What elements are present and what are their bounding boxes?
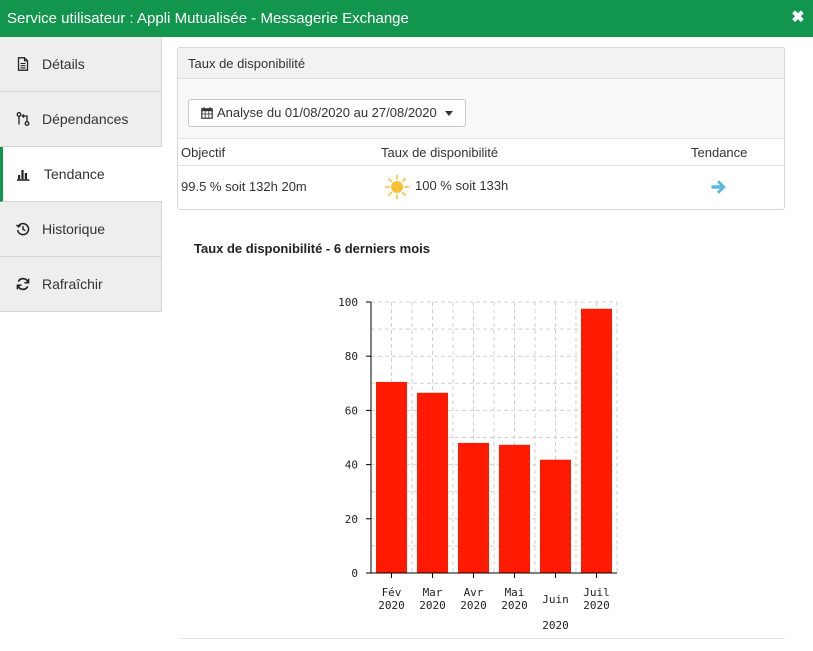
table-row: 99.5 % soit 132h 20m 100 % soit 133h [178,166,784,208]
x-tick-label: Avr 2020 [460,586,487,612]
chart-title: Taux de disponibilité - 6 derniers mois [194,241,430,256]
y-tick-label: 100 [338,296,358,309]
sidebar-item-label: Dépendances [42,111,129,127]
bar-chart-icon [17,170,30,181]
calendar-icon [201,107,213,119]
x-tick-label: Mar 2020 [419,586,446,612]
bar [540,459,571,573]
refresh-icon [16,277,30,291]
x-tick-label: Juin 2020 [542,593,569,630]
sidebar-item-label: Détails [42,56,85,72]
sidebar-item-dependencies[interactable]: Dépendances [0,92,162,147]
document-icon [17,57,29,71]
sidebar-item-label: Rafraîchir [42,276,103,292]
availability-bar-chart: 0 20 40 60 80 100 Fév 2020 Mar 2020 Avr 2020 Mai 202… [338,296,618,630]
panel-title: Taux de disponibilité [178,48,784,79]
sidebar: Détails Dépendances Tendance Historique [0,37,162,312]
sidebar-item-tendance[interactable]: Tendance [0,147,162,202]
bar [417,392,448,573]
availability-panel: Taux de disponibilité Analyse du 01/08/2… [177,47,785,210]
window-titlebar: Service utilisateur : Appli Mutualisée -… [0,0,813,37]
sun-icon [384,174,410,200]
y-tick-label: 0 [351,567,358,580]
analyse-period-dropdown[interactable]: Analyse du 01/08/2020 au 27/08/2020 [188,99,466,127]
bar [581,308,612,573]
panel-toolbar: Analyse du 01/08/2020 au 27/08/2020 [178,79,784,139]
bar [376,381,407,573]
window-title: Service utilisateur : Appli Mutualisée -… [7,10,409,27]
analyse-period-label: Analyse du 01/08/2020 au 27/08/2020 [217,105,437,120]
availability-table-header: Objectif Taux de disponibilité Tendance [178,139,784,166]
y-tick-label: 80 [345,350,358,363]
x-tick-label: Fév 2020 [378,586,405,612]
sidebar-item-label: Historique [42,221,106,237]
chart-x-labels: Fév 2020 Mar 2020 Avr 2020 Mai 2020 Juin 2020 Juil… [378,586,610,630]
y-tick-label: 60 [345,404,358,417]
arrow-right-icon [711,180,726,194]
header-taux: Taux de disponibilité [381,145,499,160]
y-tick-label: 20 [345,513,358,526]
chart-grid [370,301,618,573]
history-icon [16,222,30,236]
close-icon[interactable]: ✖ [791,8,805,28]
chart-y-labels: 0 20 40 60 80 100 [338,296,358,580]
x-tick-label: Juil 2020 [583,586,610,612]
sidebar-item-historique[interactable]: Historique [0,202,162,257]
sidebar-item-label: Tendance [44,166,105,182]
header-tendance: Tendance [691,145,748,160]
dependencies-icon [16,112,30,126]
header-objectif: Objectif [181,145,226,160]
sidebar-item-details[interactable]: Détails [0,37,162,92]
y-tick-label: 40 [345,459,358,472]
objectif-value: 99.5 % soit 132h 20m [181,179,307,194]
taux-value: 100 % soit 133h [415,178,509,193]
sidebar-item-rafraichir[interactable]: Rafraîchir [0,257,162,312]
divider [179,638,785,639]
bar [499,444,530,573]
bar [458,442,489,573]
chevron-down-icon [444,110,453,116]
x-tick-label: Mai 2020 [501,586,528,612]
